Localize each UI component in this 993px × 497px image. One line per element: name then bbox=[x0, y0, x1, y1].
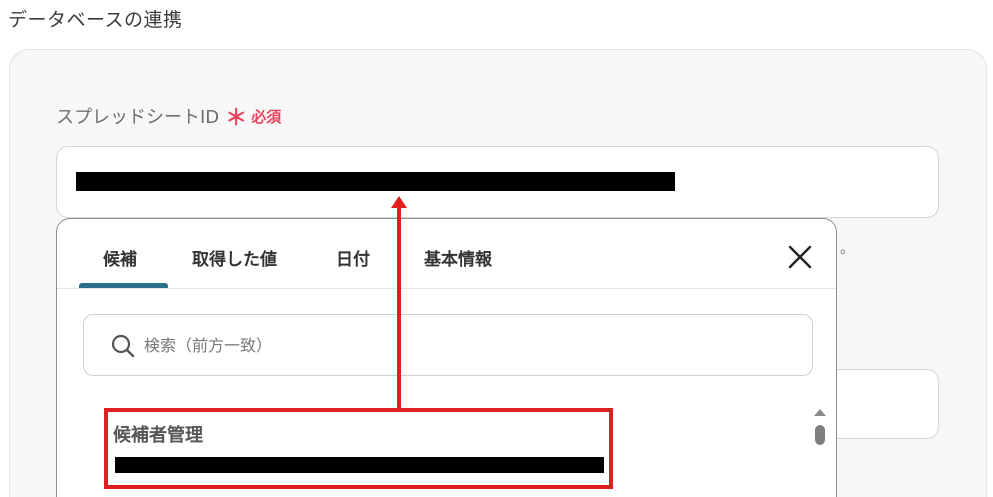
required-badge: 必須 bbox=[251, 107, 282, 126]
section-title: データベースの連携 bbox=[8, 9, 183, 31]
search-icon bbox=[111, 334, 135, 358]
spreadsheet-id-label: スプレッドシートID ＊ 必須 bbox=[56, 103, 282, 131]
required-star: ＊ bbox=[225, 106, 248, 131]
scroll-up-arrow[interactable] bbox=[814, 409, 826, 416]
tab-candidates[interactable]: 候補 bbox=[103, 245, 137, 270]
background-input[interactable] bbox=[836, 369, 939, 439]
close-icon bbox=[788, 245, 812, 269]
field-label-text: スプレッドシートID bbox=[56, 107, 220, 128]
scrollbar-thumb[interactable] bbox=[815, 425, 825, 445]
annotation-arrow-head bbox=[391, 196, 407, 208]
annotation-highlight-box bbox=[104, 408, 613, 489]
redacted-value bbox=[76, 172, 675, 191]
close-button[interactable] bbox=[786, 243, 814, 271]
annotation-arrow-line bbox=[397, 205, 401, 409]
tab-basic-info[interactable]: 基本情報 bbox=[424, 245, 492, 270]
active-tab-indicator bbox=[79, 283, 168, 288]
search-box bbox=[83, 314, 813, 376]
popup-tabs: 候補 取得した値 日付 基本情報 bbox=[57, 219, 836, 289]
hint-text-fragment: 。 bbox=[840, 241, 854, 257]
search-input[interactable] bbox=[144, 331, 784, 359]
tab-retrieved-values[interactable]: 取得した値 bbox=[192, 245, 277, 270]
tab-date[interactable]: 日付 bbox=[336, 245, 370, 270]
